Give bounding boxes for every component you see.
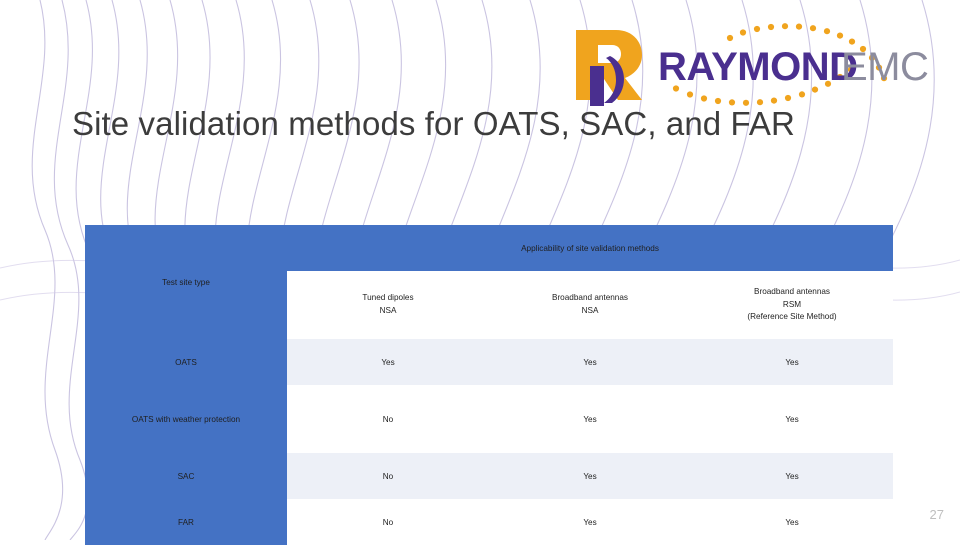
table-corner-label: Test site type <box>85 225 287 339</box>
col2-line1: Broadband antennas <box>551 293 629 303</box>
cell-far-tuned-dipoles-nsa: No <box>287 499 489 545</box>
page-number: 27 <box>929 507 944 522</box>
col3-line1: Broadband antennas <box>754 286 831 296</box>
matrix-table: Test site type Applicability of site val… <box>85 225 894 545</box>
cell-sac-broadband-rsm: Yes <box>691 453 894 499</box>
cell-oatswp-broadband-nsa: Yes <box>489 385 691 453</box>
row-label-far: FAR <box>85 499 287 545</box>
col1-line1: Tuned dipoles <box>362 293 414 303</box>
table-col-header-3: Broadband antennas RSM (Reference Site M… <box>691 271 894 339</box>
col2-line2: NSA <box>581 306 599 315</box>
site-validation-table: Test site type Applicability of site val… <box>85 225 894 545</box>
table-row: FAR No Yes Yes <box>85 499 894 545</box>
col3-line3: (Reference Site Method) <box>747 312 837 322</box>
table-row: OATS with weather protection No Yes Yes <box>85 385 894 453</box>
page-title: Site validation methods for OATS, SAC, a… <box>72 105 795 142</box>
table-row: SAC No Yes Yes <box>85 453 894 499</box>
row-label-oats: OATS <box>85 339 287 385</box>
table-row-group-header: Test site type Applicability of site val… <box>85 225 894 339</box>
col1-line2: NSA <box>379 306 397 315</box>
raymond-emc-logo-svg: RAYMOND EMC <box>576 23 929 106</box>
cell-sac-broadband-nsa: Yes <box>489 453 691 499</box>
cell-oats-broadband-nsa: Yes <box>489 339 691 385</box>
cell-far-broadband-nsa: Yes <box>489 499 691 545</box>
company-logo: RAYMOND EMC <box>554 18 934 108</box>
row-label-oats-weather-protection: OATS with weather protection <box>85 385 287 453</box>
cell-far-broadband-rsm: Yes <box>691 499 894 545</box>
cell-oatswp-broadband-rsm: Yes <box>691 385 894 453</box>
logo-word-primary: RAYMOND <box>658 45 858 89</box>
cell-oatswp-tuned-dipoles-nsa: No <box>287 385 489 453</box>
cell-sac-tuned-dipoles-nsa: No <box>287 453 489 499</box>
table-col-header-2: Broadband antennas NSA <box>489 271 691 339</box>
cell-oats-broadband-rsm: Yes <box>691 339 894 385</box>
col3-line2: RSM <box>782 299 802 309</box>
table-row: OATS Yes Yes Yes <box>85 339 894 385</box>
row-label-sac: SAC <box>85 453 287 499</box>
table-col-header-1: Tuned dipoles NSA <box>287 271 489 339</box>
table-group-header: Applicability of site validation methods <box>287 225 894 271</box>
cell-oats-tuned-dipoles-nsa: Yes <box>287 339 489 385</box>
logo-r-mark <box>576 30 642 106</box>
logo-word-secondary: EMC <box>841 45 928 89</box>
